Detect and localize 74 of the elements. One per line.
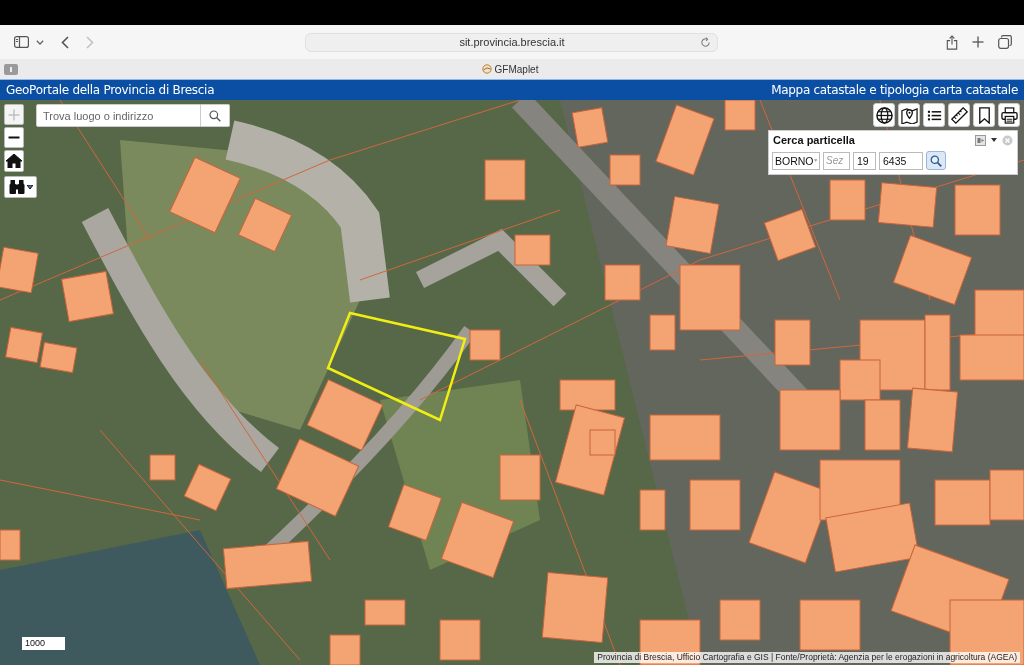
home-icon [6, 154, 22, 168]
building-footprint [719, 599, 761, 641]
building-footprint [61, 270, 114, 323]
search-button[interactable] [201, 104, 230, 127]
building-footprint [649, 314, 676, 351]
building-footprint [829, 179, 866, 221]
binoculars-button[interactable] [4, 176, 37, 198]
measure-button[interactable] [948, 103, 970, 127]
map-attribution: Provincia di Brescia, Ufficio Cartografia e GIS | Fonte/Proprietà: Agenzia per le erogazioni in agricoltura (AGEA) [594, 652, 1020, 663]
sheet-field[interactable]: 19 [853, 151, 876, 170]
building-footprint [469, 329, 501, 361]
building-footprint [329, 634, 361, 665]
building-footprint [609, 154, 641, 186]
building-footprint [774, 319, 811, 366]
building-footprint [639, 489, 666, 531]
panel-title: Cerca particella [773, 134, 855, 146]
sidebar-icon[interactable] [14, 36, 29, 48]
caret-icon [26, 185, 33, 189]
tab-overview-icon[interactable] [998, 35, 1012, 49]
share-icon[interactable] [946, 34, 958, 50]
building-footprint [799, 599, 861, 651]
building-footprint [149, 454, 176, 481]
home-button[interactable] [4, 150, 24, 172]
search-icon [209, 109, 221, 122]
bookmark-button[interactable] [973, 103, 995, 127]
reload-icon[interactable] [700, 36, 711, 48]
building-footprint [0, 529, 21, 561]
building-footprint [364, 599, 406, 626]
zoom-out-button[interactable] [4, 127, 24, 148]
minus-icon [8, 136, 20, 139]
search-icon [930, 154, 942, 167]
binoculars-icon [8, 180, 25, 194]
map-marker-button[interactable] [898, 103, 920, 127]
back-icon[interactable] [61, 35, 69, 49]
building-footprint [959, 334, 1024, 381]
building-footprint [484, 159, 526, 201]
building-footprint [604, 264, 641, 301]
section-field[interactable]: Sez [823, 151, 850, 170]
globe-icon [875, 106, 893, 124]
plus-icon [8, 108, 20, 121]
caret-icon[interactable] [991, 138, 997, 142]
place-search-field[interactable]: Trova luogo o indirizzo [36, 104, 201, 127]
building-footprint [5, 326, 43, 364]
scale-label: 1000 [22, 637, 65, 650]
chevron-down-icon[interactable] [36, 39, 44, 45]
building-footprint [649, 414, 721, 461]
map-title: Mappa catastale e tipologia carta catastale [771, 83, 1018, 97]
building-footprint [0, 246, 39, 294]
new-tab-icon[interactable] [972, 36, 984, 48]
panel-options-icon[interactable] [975, 134, 986, 146]
parcel-search-button[interactable] [926, 151, 946, 170]
ruler-icon [950, 106, 968, 124]
address-bar[interactable]: sit.provincia.brescia.it [305, 32, 718, 52]
folded-map-pin-icon [900, 106, 918, 124]
globe-button[interactable] [873, 103, 895, 127]
building-footprint [689, 479, 741, 531]
building-footprint [877, 182, 938, 228]
portal-title: GeoPortale della Provincia di Brescia [6, 83, 215, 97]
caret-icon [813, 158, 817, 163]
parcel-number-field[interactable]: 6435 [879, 151, 923, 170]
favicon-icon [481, 64, 492, 74]
legend-button[interactable] [923, 103, 945, 127]
building-footprint [514, 234, 551, 266]
url-text: sit.provincia.brescia.it [458, 36, 566, 48]
building-footprint [439, 619, 481, 661]
municipality-select[interactable]: BORNO [772, 151, 820, 170]
print-button[interactable] [998, 103, 1020, 127]
printer-icon [1000, 106, 1018, 124]
building-footprint [571, 107, 609, 148]
building-footprint [864, 399, 901, 451]
building-footprint [679, 264, 741, 331]
browser-tab[interactable]: GFMaplet [481, 63, 539, 75]
building-footprint [39, 341, 78, 374]
building-footprint [541, 572, 609, 643]
